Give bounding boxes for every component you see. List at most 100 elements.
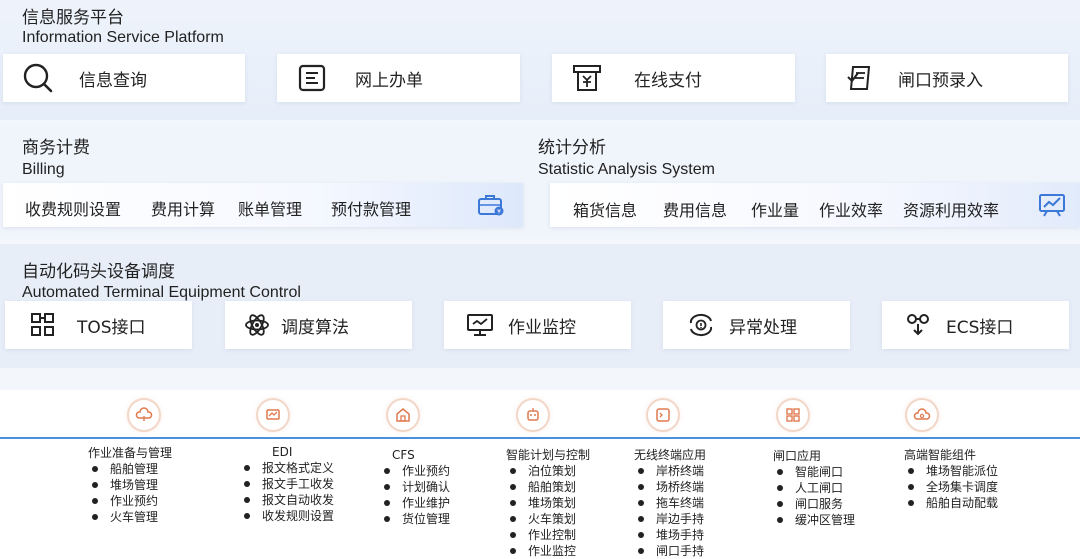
info-card-online-order[interactable]: 网上办单	[277, 54, 520, 102]
stats-title-en: Statistic Analysis System	[538, 161, 715, 178]
briefcase-icon: ¥	[476, 192, 506, 218]
equipment-card-ecs[interactable]: ECS接口	[882, 301, 1069, 349]
stats-item-container-cargo[interactable]: 箱货信息	[573, 197, 637, 221]
info-card-online-payment[interactable]: 在线支付	[552, 54, 795, 102]
modules-divider	[0, 437, 1080, 439]
module-edi: EDI 报文格式定义 报文手工收发 报文自动收发 收发规则设置	[240, 444, 334, 524]
module-title: 无线终端应用	[634, 448, 707, 462]
stats-item-work-efficiency[interactable]: 作业效率	[819, 197, 883, 221]
list-item[interactable]: 船舶策划	[506, 479, 590, 495]
billing-item-bill-mgmt[interactable]: 账单管理	[238, 196, 302, 220]
equipment-title-en: Automated Terminal Equipment Control	[22, 284, 301, 301]
monitor-icon	[466, 311, 494, 339]
module-smart-planning: 智能计划与控制 泊位策划 船舶策划 堆场策划 火车策划 作业控制 作业监控	[506, 447, 590, 559]
equipment-card-tos[interactable]: TOS接口	[5, 301, 192, 349]
info-card-query[interactable]: 信息查询	[3, 54, 245, 102]
equipment-card-label: 调度算法	[281, 317, 349, 338]
equipment-card-label: ECS接口	[946, 317, 1014, 338]
module-gate-app: 闸口应用 智能闸口 人工闸口 闸口服务 缓冲区管理	[773, 448, 855, 528]
list-item[interactable]: 岸边手持	[634, 511, 706, 527]
alert-cycle-icon	[687, 311, 715, 339]
list-item[interactable]: 堆场手持	[634, 527, 706, 543]
list-item[interactable]: 作业监控	[506, 543, 590, 559]
search-icon	[21, 61, 55, 95]
module-title: 闸口应用	[773, 449, 822, 463]
cloud-gear-icon	[907, 400, 937, 430]
equipment-card-label: 异常处理	[729, 317, 797, 338]
atom-icon	[243, 311, 271, 339]
billing-item-prepay-mgmt[interactable]: 预付款管理	[331, 196, 411, 220]
payment-icon	[570, 61, 604, 95]
equipment-title-cn: 自动化码头设备调度	[22, 262, 175, 282]
module-title: 高端智能组件	[904, 448, 977, 462]
equipment-card-monitoring[interactable]: 作业监控	[444, 301, 631, 349]
module-title: CFS	[392, 448, 415, 462]
list-item[interactable]: 收发规则设置	[240, 508, 334, 524]
list-item[interactable]: 场桥终端	[634, 479, 706, 495]
list-item[interactable]: 船舶自动配载	[904, 495, 998, 511]
module-operation-prep: 作业准备与管理 船舶管理 堆场管理 作业预约 火车管理	[88, 445, 172, 525]
list-item[interactable]: 堆场智能派位	[904, 463, 998, 479]
list-item[interactable]: 报文自动收发	[240, 492, 334, 508]
info-card-label: 信息查询	[79, 70, 147, 91]
list-item[interactable]: 计划确认	[380, 479, 450, 495]
warehouse-icon	[388, 400, 418, 430]
info-title-en: Information Service Platform	[22, 29, 224, 46]
info-card-label: 闸口预录入	[898, 70, 983, 91]
screen-icon	[258, 400, 288, 430]
list-item[interactable]: 闸口服务	[773, 496, 855, 512]
info-card-label: 在线支付	[634, 70, 702, 91]
list-item[interactable]: 船舶管理	[88, 461, 172, 477]
list-item[interactable]: 智能闸口	[773, 464, 855, 480]
list-item[interactable]: 全场集卡调度	[904, 479, 998, 495]
list-item[interactable]: 堆场策划	[506, 495, 590, 511]
grid-blocks-icon	[29, 311, 57, 339]
list-item[interactable]: 岸桥终端	[634, 463, 706, 479]
equipment-card-label: TOS接口	[77, 317, 146, 338]
module-smart-components: 高端智能组件 堆场智能派位 全场集卡调度 船舶自动配载	[904, 447, 998, 511]
list-item[interactable]: 报文格式定义	[240, 460, 334, 476]
billing-item-fee-calc[interactable]: 费用计算	[151, 196, 215, 220]
info-card-label: 网上办单	[355, 70, 423, 91]
info-title-cn: 信息服务平台	[22, 8, 124, 28]
list-item[interactable]: 人工闸口	[773, 480, 855, 496]
module-title: EDI	[272, 445, 293, 459]
module-title: 作业准备与管理	[88, 446, 173, 460]
list-item[interactable]: 堆场管理	[88, 477, 172, 493]
equipment-card-label: 作业监控	[508, 317, 576, 338]
list-item[interactable]: 泊位策划	[506, 463, 590, 479]
list-item[interactable]: 作业控制	[506, 527, 590, 543]
billing-title-en: Billing	[22, 161, 65, 178]
module-wireless-terminal: 无线终端应用 岸桥终端 场桥终端 拖车终端 岸边手持 堆场手持 闸口手持	[634, 447, 706, 559]
billing-item-fee-rules[interactable]: 收费规则设置	[25, 196, 121, 220]
list-item[interactable]: 作业维护	[380, 495, 450, 511]
list-item[interactable]: 火车管理	[88, 509, 172, 525]
document-icon	[295, 61, 329, 95]
stats-item-work-volume[interactable]: 作业量	[751, 197, 799, 221]
list-item[interactable]: 拖车终端	[634, 495, 706, 511]
module-cfs: CFS 作业预约 计划确认 作业维护 货位管理	[380, 447, 450, 527]
robot-icon	[518, 400, 548, 430]
terminal-icon	[648, 400, 678, 430]
connector-icon	[904, 311, 932, 339]
list-item[interactable]: 缓冲区管理	[773, 512, 855, 528]
cloud-icon	[129, 400, 159, 430]
list-item[interactable]: 货位管理	[380, 511, 450, 527]
form-entry-icon	[844, 61, 878, 95]
list-item[interactable]: 作业预约	[88, 493, 172, 509]
list-item[interactable]: 作业预约	[380, 463, 450, 479]
svg-text:¥: ¥	[497, 209, 501, 216]
billing-title-cn: 商务计费	[22, 138, 90, 158]
chart-board-icon	[1037, 192, 1067, 218]
list-item[interactable]: 火车策划	[506, 511, 590, 527]
list-item[interactable]: 闸口手持	[634, 543, 706, 559]
stats-item-resource-efficiency[interactable]: 资源利用效率	[903, 197, 999, 221]
stats-item-fee-info[interactable]: 费用信息	[663, 197, 727, 221]
module-title: 智能计划与控制	[506, 448, 591, 462]
stats-title-cn: 统计分析	[538, 138, 606, 158]
gate-grid-icon	[778, 400, 808, 430]
equipment-card-dispatch-algo[interactable]: 调度算法	[225, 301, 412, 349]
list-item[interactable]: 报文手工收发	[240, 476, 334, 492]
equipment-card-exception[interactable]: 异常处理	[663, 301, 850, 349]
info-card-gate-pre-entry[interactable]: 闸口预录入	[826, 54, 1068, 102]
